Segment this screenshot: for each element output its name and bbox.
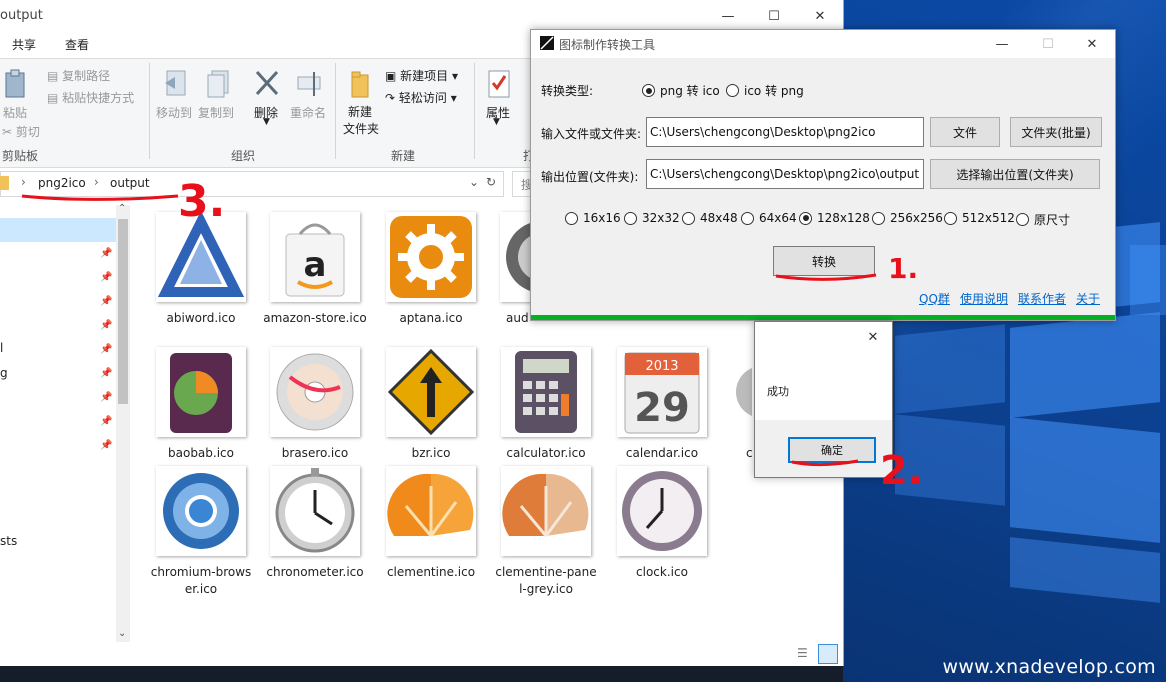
annotation-strokes — [21, 194, 877, 467]
annotation-3: 3. — [178, 176, 226, 227]
watermark: www.xnadevelop.com — [942, 656, 1156, 678]
annotation-2: 2. — [880, 448, 924, 494]
annotation-1: 1. — [888, 252, 919, 285]
